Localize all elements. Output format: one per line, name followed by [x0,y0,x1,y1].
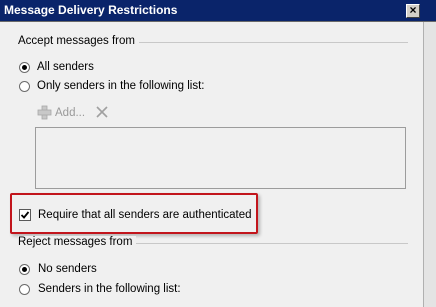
senders-list-radio[interactable] [19,284,30,295]
only-senders-list-label[interactable]: Only senders in the following list: [37,80,204,92]
close-button[interactable]: × [406,3,420,18]
all-senders-radio[interactable] [19,62,30,73]
reject-group-label: Reject messages from [18,236,137,248]
right-scroll-edge[interactable] [423,22,436,307]
highlight-box [10,193,258,234]
only-senders-list-radio[interactable] [19,81,30,92]
title-bar: Message Delivery Restrictions × [0,0,436,22]
all-senders-label[interactable]: All senders [37,61,94,73]
window-title: Message Delivery Restrictions [4,3,178,17]
add-icon [37,105,52,120]
accepted-senders-list[interactable] [35,127,406,189]
accept-group-label: Accept messages from [18,35,139,47]
no-senders-radio[interactable] [19,264,30,275]
add-button-label: Add... [55,106,86,119]
remove-icon[interactable] [96,106,108,118]
add-button[interactable]: Add... [37,105,85,120]
no-senders-label[interactable]: No senders [38,263,97,275]
close-icon: × [409,3,417,17]
senders-list-label[interactable]: Senders in the following list: [38,283,181,295]
